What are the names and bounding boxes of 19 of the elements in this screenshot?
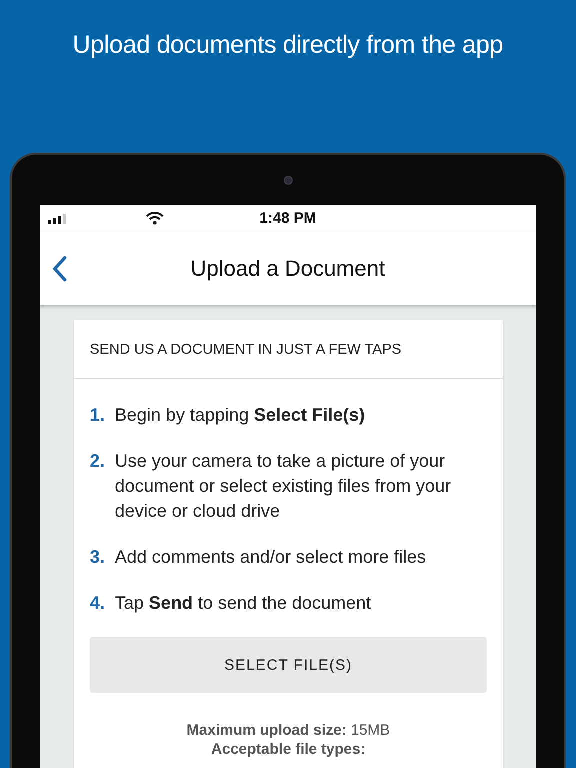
camera-icon xyxy=(284,176,292,184)
step-text: Begin by tapping Select File(s) xyxy=(115,404,366,427)
step-number: 3. xyxy=(90,546,106,569)
step-number: 2. xyxy=(90,450,106,473)
back-icon[interactable] xyxy=(52,256,68,282)
signal-icon xyxy=(48,214,68,224)
step-number: 1. xyxy=(90,404,106,427)
upload-note: Acceptable file types: xyxy=(211,741,366,758)
status-time: 1:48 PM xyxy=(260,210,316,227)
step-number: 4. xyxy=(90,592,106,615)
step-text: Tap Send to send the document xyxy=(115,592,372,615)
step-text: Add comments and/or select more files xyxy=(115,546,426,569)
step-text: Use your camera to take a picture of your document or select existing files from your device or cloud drive xyxy=(115,450,452,523)
screen-title: Upload a Document xyxy=(190,256,386,280)
select-files-button[interactable]: SELECT FILE(S) xyxy=(90,637,487,693)
upload-note: Maximum upload size: 15MB xyxy=(186,722,390,739)
card-heading: SEND US A DOCUMENT IN JUST A FEW TAPS xyxy=(90,342,402,358)
headline: Upload documents directly from the app xyxy=(72,31,504,59)
wifi-icon xyxy=(146,212,164,225)
